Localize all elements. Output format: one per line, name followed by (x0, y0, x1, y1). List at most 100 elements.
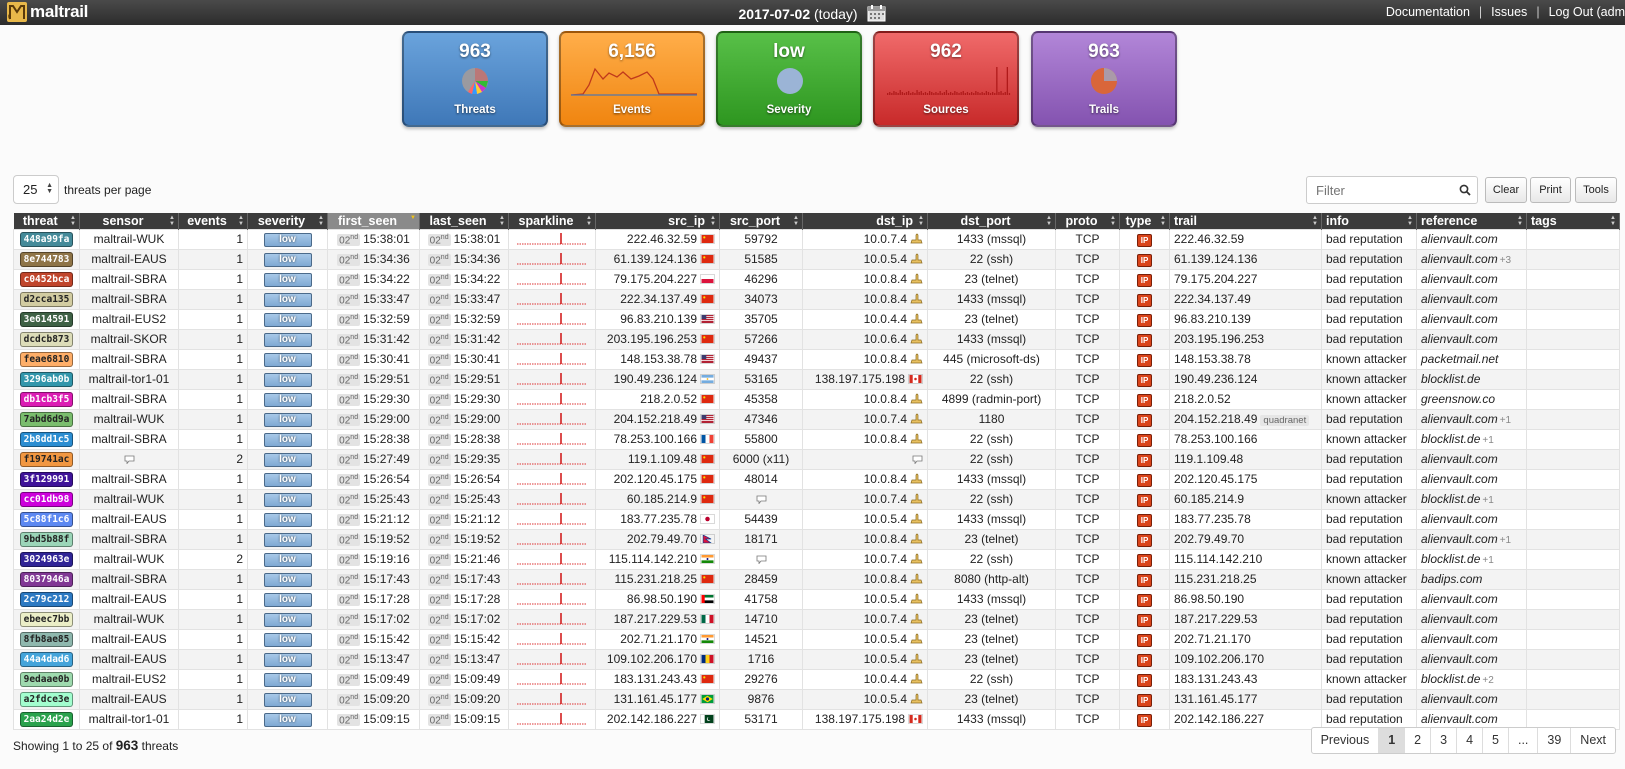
reference-more[interactable]: +1 (1500, 415, 1511, 426)
tags-cell[interactable] (1526, 448, 1620, 470)
tags-cell[interactable] (1526, 488, 1620, 510)
threat-id-badge[interactable]: 7abd6d9a (19, 412, 74, 427)
page-button-1[interactable]: 1 (1379, 728, 1406, 753)
threat-id-badge[interactable]: dcdcb873 (19, 332, 74, 347)
column-header-type[interactable]: type ▲ ▼ (1119, 213, 1170, 229)
comment-icon[interactable] (756, 495, 767, 504)
sources-tile[interactable]: 962 Sources (873, 31, 1019, 127)
table-row[interactable]: d2cca135 maltrail-SBRA 1 low 02nd 15:33:47 02n… (13, 288, 1620, 310)
severity-badge[interactable]: low (263, 373, 312, 387)
search-icon[interactable] (1459, 184, 1471, 196)
threat-id-badge[interactable]: 3024963e (19, 552, 74, 567)
logout-link[interactable]: Log Out (adm (1549, 5, 1625, 19)
events-tile[interactable]: 6,156 Events (559, 31, 705, 127)
column-header-dst-port[interactable]: dst_port ▲ ▼ (927, 213, 1056, 229)
reference-more[interactable]: +2 (1482, 675, 1493, 686)
tags-cell[interactable] (1526, 348, 1620, 370)
column-header-trail[interactable]: trail ▲ ▼ (1169, 213, 1322, 229)
table-row[interactable]: 7abd6d9a maltrail-WUK 1 low 02nd 15:29:00 02nd… (13, 408, 1620, 430)
sort-icon[interactable]: ▲ ▼ (499, 215, 505, 227)
clear-button[interactable]: Clear (1485, 177, 1527, 203)
threat-id-badge[interactable]: 8e744783 (19, 252, 74, 267)
tags-cell[interactable] (1526, 388, 1620, 410)
severity-badge[interactable]: low (263, 293, 312, 307)
severity-badge[interactable]: low (263, 433, 312, 447)
tags-cell[interactable] (1526, 428, 1620, 450)
reference-more[interactable]: +3 (1500, 255, 1511, 266)
page-button-2[interactable]: 2 (1405, 728, 1432, 753)
threat-id-badge[interactable]: d2cca135 (19, 292, 74, 307)
severity-badge[interactable]: low (263, 693, 312, 707)
severity-badge[interactable]: low (263, 313, 312, 327)
severity-badge[interactable]: low (263, 533, 312, 547)
sort-icon[interactable]: ▲ ▼ (1160, 215, 1166, 227)
sort-icon[interactable]: ▲ ▼ (70, 215, 76, 227)
table-row[interactable]: dcdcb873 maltrail-SKOR 1 low 02nd 15:31:42 02n… (13, 328, 1620, 350)
table-row[interactable]: 2c79c212 maltrail-EAUS 1 low 02nd 15:17:28 02n… (13, 588, 1620, 610)
tags-cell[interactable] (1526, 568, 1620, 590)
tags-cell[interactable] (1526, 708, 1620, 730)
tags-cell[interactable] (1526, 368, 1620, 390)
threats-tile[interactable]: 963 Threats (402, 31, 548, 127)
sort-icon[interactable]: ▲ ▼ (918, 215, 924, 227)
threat-id-badge[interactable]: cc01db98 (19, 492, 74, 507)
threat-id-badge[interactable]: feae6810 (19, 352, 74, 367)
severity-badge[interactable]: low (263, 573, 312, 587)
threat-id-badge[interactable]: a2fdce3e (19, 692, 74, 707)
issues-link[interactable]: Issues (1491, 5, 1527, 19)
page-button-39[interactable]: 39 (1538, 728, 1572, 753)
table-row[interactable]: ebeec7bb maltrail-WUK 1 low 02nd 15:17:02 02nd… (13, 608, 1620, 630)
column-header-tags[interactable]: tags ▲ ▼ (1526, 213, 1620, 229)
severity-tile[interactable]: low Severity (716, 31, 862, 127)
severity-badge[interactable]: low (263, 473, 312, 487)
tools-button[interactable]: Tools (1575, 177, 1617, 203)
threat-id-badge[interactable]: 2b8dd1c5 (19, 432, 74, 447)
table-row[interactable]: a2fdce3e maltrail-EAUS 1 low 02nd 15:09:20 02n… (13, 688, 1620, 710)
table-row[interactable]: 5c88f1c6 maltrail-EAUS 1 low 02nd 15:21:12 02n… (13, 508, 1620, 530)
column-header-severity[interactable]: severity ▲ ▼ (247, 213, 328, 229)
table-row[interactable]: c0452bca maltrail-SBRA 1 low 02nd 15:34:22 02n… (13, 268, 1620, 290)
severity-badge[interactable]: low (263, 273, 312, 287)
tags-cell[interactable] (1526, 228, 1620, 250)
threat-id-badge[interactable]: 3296ab0b (19, 372, 74, 387)
tags-cell[interactable] (1526, 528, 1620, 550)
table-row[interactable]: 8e744783 maltrail-EAUS 1 low 02nd 15:34:36 02n… (13, 248, 1620, 270)
page-button-4[interactable]: 4 (1457, 728, 1484, 753)
column-header-first-seen[interactable]: first_seen ▼ (327, 213, 420, 229)
column-header-info[interactable]: info ▲ ▼ (1321, 213, 1417, 229)
severity-badge[interactable]: low (263, 713, 312, 727)
threat-id-badge[interactable]: 3f129991 (19, 472, 74, 487)
table-row[interactable]: 9bd5b88f maltrail-SBRA 1 low 02nd 15:19:52 02n… (13, 528, 1620, 550)
threat-id-badge[interactable]: db1cb3f5 (19, 392, 74, 407)
threat-id-badge[interactable]: 9bd5b88f (19, 532, 74, 547)
table-row[interactable]: f19741ac 2 low 02nd 15:27:49 02nd 15:29:35 119.… (13, 448, 1620, 470)
threat-id-badge[interactable]: f19741ac (19, 452, 74, 467)
column-header-events[interactable]: events ▲ ▼ (178, 213, 248, 229)
previous-page-button[interactable]: Previous (1312, 728, 1380, 753)
tags-cell[interactable] (1526, 468, 1620, 490)
sort-icon[interactable]: ▲ ▼ (1110, 215, 1116, 227)
page-button-3[interactable]: 3 (1431, 728, 1458, 753)
comment-icon[interactable] (912, 455, 923, 464)
tags-cell[interactable] (1526, 648, 1620, 670)
severity-badge[interactable]: low (263, 513, 312, 527)
threat-id-badge[interactable]: 2c79c212 (19, 592, 74, 607)
threat-id-badge[interactable]: 9edaae0b (19, 672, 74, 687)
column-header-threat[interactable]: threat ▲ ▼ (13, 213, 80, 229)
severity-badge[interactable]: low (263, 673, 312, 687)
sort-icon[interactable]: ▲ ▼ (710, 215, 716, 227)
threat-id-badge[interactable]: ebeec7bb (19, 612, 74, 627)
threat-id-badge[interactable]: 5c88f1c6 (19, 512, 74, 527)
sort-icon[interactable]: ▲ ▼ (1312, 215, 1318, 227)
reference-more[interactable]: +1 (1482, 495, 1493, 506)
table-row[interactable]: 8037946a maltrail-SBRA 1 low 02nd 15:17:43 02n… (13, 568, 1620, 590)
table-row[interactable]: 3e614591 maltrail-EUS2 1 low 02nd 15:32:59 02n… (13, 308, 1620, 330)
tags-cell[interactable] (1526, 688, 1620, 710)
table-row[interactable]: db1cb3f5 maltrail-SBRA 1 low 02nd 15:29:30 02n… (13, 388, 1620, 410)
severity-badge[interactable]: low (263, 413, 312, 427)
threat-id-badge[interactable]: 8037946a (19, 572, 74, 587)
reference-more[interactable]: +1 (1482, 435, 1493, 446)
table-row[interactable]: 2aa24d2e maltrail-tor1-01 1 low 02nd 15:09:15… (13, 708, 1620, 730)
severity-badge[interactable]: low (263, 233, 312, 247)
sort-icon[interactable]: ▲ ▼ (586, 215, 592, 227)
